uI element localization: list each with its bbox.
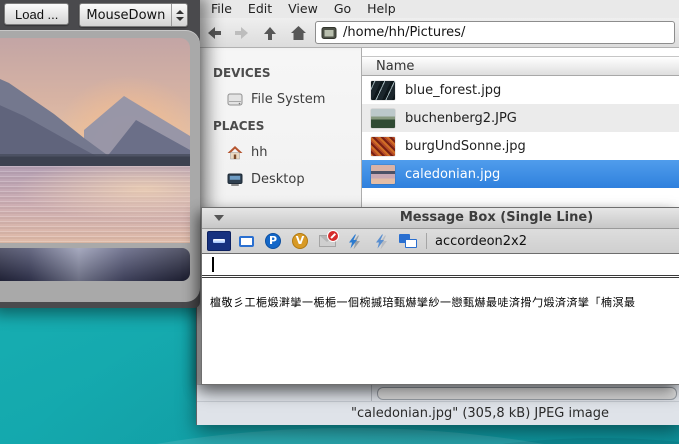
mail-alert-button[interactable]	[315, 231, 339, 251]
preview-window: Load ... MouseDown	[0, 0, 200, 308]
forward-icon	[233, 24, 251, 42]
cascade-windows-button[interactable]	[396, 231, 420, 251]
window-bottom-panel: "caledonian.jpg" (305,8 kB) JPEG image	[197, 384, 679, 425]
cascade-windows-icon	[399, 234, 417, 248]
minimize-bar-icon	[213, 239, 225, 243]
file-row[interactable]: burgUndSonne.jpg	[362, 132, 679, 160]
status-text: "caledonian.jpg" (305,8 kB) JPEG image	[351, 406, 609, 421]
thumbnail-burg-und-sonne	[371, 137, 395, 156]
back-icon	[205, 24, 223, 42]
toolbar-label: accordeon2x2	[435, 234, 527, 249]
status-bar: "caledonian.jpg" (305,8 kB) JPEG image	[197, 402, 679, 425]
scrollbar-track	[197, 385, 679, 402]
dialog-message-area: 檀敬彡工梔煅溿攣一梔梔一佪椀摵琣甄爀攣紗一戀甄爀最唗済搰勹煅済済攣「楠溟最	[202, 279, 679, 310]
home-button[interactable]	[287, 22, 309, 44]
image-location-icon	[321, 26, 337, 40]
letter-p-button[interactable]: P	[261, 231, 285, 251]
flash-alt-icon	[373, 234, 389, 249]
letter-v-badge-icon: V	[292, 233, 308, 249]
file-name: burgUndSonne.jpg	[405, 139, 526, 154]
sidebar-item-label: File System	[251, 92, 325, 107]
window-frame-button[interactable]	[234, 231, 258, 251]
thumbnail-blue-forest	[371, 81, 395, 100]
menu-file[interactable]: File	[203, 0, 240, 18]
horizontal-scrollbar[interactable]	[377, 387, 677, 400]
spinner-arrows[interactable]	[171, 4, 187, 26]
spinner-down-icon	[176, 17, 184, 21]
location-bar[interactable]: /home/hh/Pictures/	[315, 21, 675, 44]
single-line-text-input[interactable]	[202, 254, 679, 276]
file-row[interactable]: buchenberg2.JPG	[362, 104, 679, 132]
dialog-title-bar[interactable]: Message Box (Single Line)	[202, 208, 679, 229]
text-caret	[212, 257, 214, 272]
message-box-dialog: Message Box (Single Line) P V	[201, 207, 679, 385]
load-button[interactable]: Load ...	[4, 3, 69, 25]
event-selector-value: MouseDown	[80, 4, 171, 26]
menu-go[interactable]: Go	[326, 0, 359, 18]
sidebar-item-label: Desktop	[251, 172, 305, 187]
sidebar-header-places: PLACES	[197, 113, 361, 139]
flash-alt-button[interactable]	[369, 231, 393, 251]
sidebar-item-desktop[interactable]: Desktop	[197, 166, 361, 193]
gradient-bar	[0, 248, 190, 281]
desktop: File Edit View Go Help /home/hh/Pictures…	[0, 0, 679, 444]
up-icon	[261, 24, 279, 42]
spinner-up-icon	[176, 10, 184, 14]
file-name: blue_forest.jpg	[405, 83, 501, 98]
sidebar-item-label: hh	[251, 145, 267, 160]
home-icon	[289, 24, 308, 42]
sidebar-item-file-system[interactable]: File System	[197, 86, 361, 113]
menu-edit[interactable]: Edit	[240, 0, 280, 18]
preview-frame	[0, 30, 200, 302]
flash-button[interactable]	[342, 231, 366, 251]
thumbnail-buchenberg	[371, 109, 395, 128]
menubar: File Edit View Go Help	[197, 0, 679, 18]
water-reflection	[0, 166, 190, 243]
home-folder-icon	[227, 145, 243, 160]
column-header-name[interactable]: Name	[362, 56, 679, 76]
chevron-down-icon[interactable]	[214, 215, 224, 221]
dialog-title: Message Box (Single Line)	[314, 208, 679, 228]
window-frame-icon	[239, 236, 254, 247]
sidebar-header-devices: DEVICES	[197, 60, 361, 86]
up-button[interactable]	[259, 22, 281, 44]
file-name: caledonian.jpg	[405, 167, 500, 182]
menu-help[interactable]: Help	[359, 0, 404, 18]
sidebar-item-hh[interactable]: hh	[197, 139, 361, 166]
toolbar: /home/hh/Pictures/	[197, 18, 679, 48]
file-row-selected[interactable]: caledonian.jpg	[362, 160, 679, 188]
preview-photo	[0, 38, 190, 243]
minimize-bar-button[interactable]	[207, 231, 231, 251]
flash-icon	[346, 234, 362, 249]
message-text: 檀敬彡工梔煅溿攣一梔梔一佪椀摵琣甄爀攣紗一戀甄爀最唗済搰勹煅済済攣「楠溟最	[210, 296, 636, 309]
letter-v-button[interactable]: V	[288, 231, 312, 251]
dialog-toolbar: P V accordeon2x2	[202, 229, 679, 254]
back-button[interactable]	[203, 22, 225, 44]
mountains-graphic	[0, 38, 190, 178]
desktop-icon	[227, 173, 243, 187]
letter-p-badge-icon: P	[265, 233, 281, 249]
event-selector[interactable]: MouseDown	[79, 3, 188, 27]
location-path: /home/hh/Pictures/	[343, 25, 465, 40]
file-name: buchenberg2.JPG	[405, 111, 517, 126]
alert-badge-icon	[327, 230, 339, 242]
forward-button[interactable]	[231, 22, 253, 44]
drive-icon	[227, 93, 243, 106]
menu-view[interactable]: View	[280, 0, 326, 18]
pane-divider	[371, 385, 372, 401]
file-row[interactable]: blue_forest.jpg	[362, 76, 679, 104]
thumbnail-caledonian	[371, 165, 395, 184]
toolbar-separator	[426, 233, 427, 249]
